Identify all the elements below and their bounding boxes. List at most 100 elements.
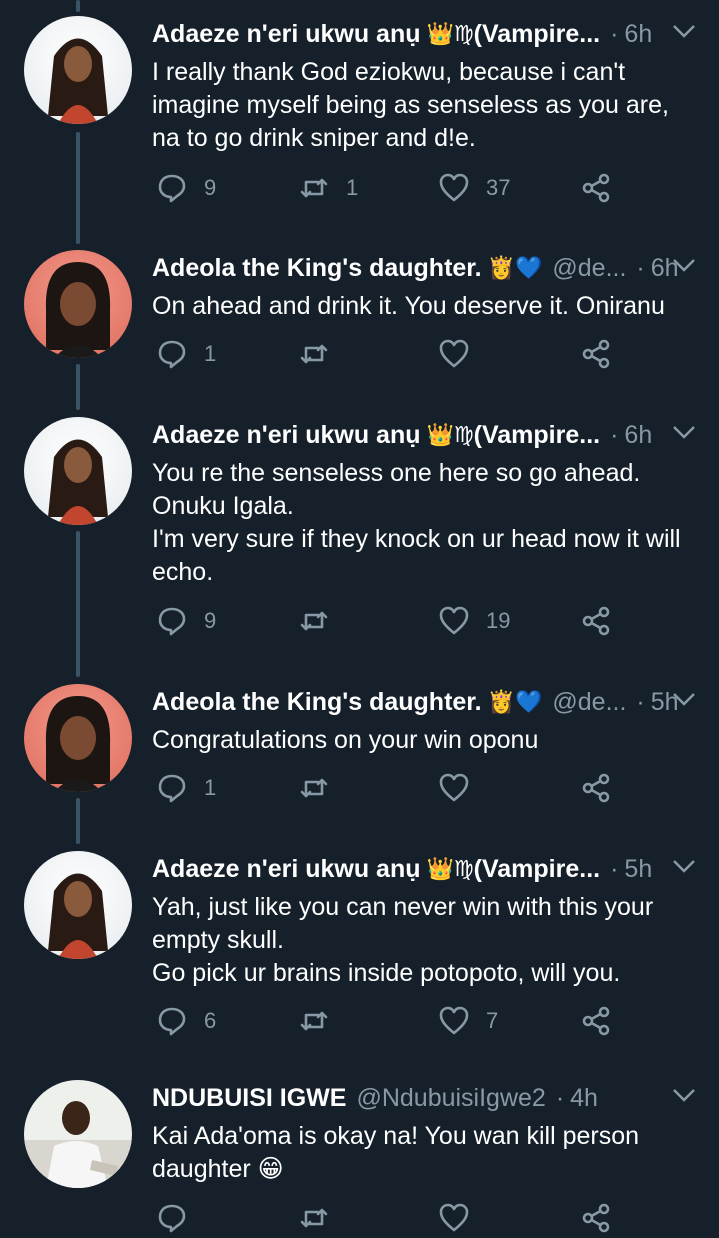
retweet-button[interactable]	[298, 334, 346, 374]
author-name-suffix[interactable]: (Vampire...	[474, 855, 600, 884]
tweet-text: I really thank God eziokwu, because i ca…	[152, 58, 669, 152]
retweet-button[interactable]	[298, 601, 346, 641]
like-button[interactable]	[438, 768, 486, 808]
separator-dot: ·	[610, 854, 619, 883]
tweet[interactable]: Adeola the King's daughter. 👸💙 @de... · …	[0, 684, 719, 814]
reply-icon	[158, 1007, 186, 1036]
reply-button[interactable]: 1	[156, 334, 216, 374]
retweet-button[interactable]	[298, 1001, 346, 1041]
avatar-adeola[interactable]	[24, 250, 132, 358]
reply-button[interactable]	[156, 1198, 188, 1238]
author-name[interactable]: Adaeze n'eri ukwu anụ	[152, 855, 421, 884]
author-badges: 👑♍	[426, 856, 474, 881]
tweet[interactable]: NDUBUISI IGWE @NdubuisiIgwe2 · 4h Kai Ad…	[0, 1080, 719, 1233]
reply-button[interactable]: 9	[156, 168, 216, 208]
chevron-down-icon[interactable]	[671, 256, 697, 276]
tweet-actions: 1	[152, 334, 632, 374]
separator-dot: ·	[636, 253, 645, 282]
thread-line	[76, 0, 80, 12]
tweet[interactable]: Adaeze n'eri ukwu anụ 👑♍ (Vampire... · 6…	[0, 417, 719, 667]
share-icon	[582, 773, 610, 803]
author-handle[interactable]: @de...	[552, 688, 626, 717]
chevron-down-icon[interactable]	[671, 423, 697, 443]
tweet-header: Adaeze n'eri ukwu anụ 👑♍ (Vampire... · 6…	[152, 417, 697, 453]
separator-dot: ·	[610, 420, 619, 449]
tweet[interactable]: Adaeze n'eri ukwu anụ 👑♍ (Vampire... · 6…	[0, 16, 719, 236]
timestamp[interactable]: 6h	[624, 20, 652, 49]
reply-button[interactable]: 9	[156, 601, 216, 641]
share-button[interactable]	[580, 601, 612, 641]
author-badges: 👸💙	[487, 255, 543, 280]
share-button[interactable]	[580, 768, 612, 808]
tweet-text: You re the senseless one here so go ahea…	[152, 459, 681, 586]
reply-count: 9	[204, 608, 217, 633]
reply-icon	[158, 1204, 186, 1233]
like-button[interactable]	[438, 334, 486, 374]
like-button[interactable]: 19	[438, 601, 510, 641]
retweet-icon	[300, 178, 328, 198]
like-icon	[439, 1006, 469, 1035]
avatar-ndubuisi[interactable]	[24, 1080, 132, 1188]
like-button[interactable]: 37	[438, 168, 510, 208]
chevron-down-icon[interactable]	[671, 857, 697, 877]
reply-icon	[158, 174, 186, 203]
chevron-down-icon[interactable]	[671, 690, 697, 710]
retweet-icon	[300, 1208, 328, 1228]
author-badges: 👸💙	[487, 689, 543, 714]
reply-icon	[158, 340, 186, 369]
tweet[interactable]: Adeola the King's daughter. 👸💙 @de... · …	[0, 250, 719, 410]
like-icon	[439, 173, 469, 202]
chevron-down-icon[interactable]	[671, 22, 697, 42]
like-button[interactable]: 7	[438, 1001, 498, 1041]
reply-button[interactable]: 6	[156, 1001, 216, 1041]
separator-dot: ·	[555, 1083, 565, 1112]
share-icon	[582, 606, 610, 636]
avatar-adaeze[interactable]	[24, 16, 132, 124]
tweet-actions: 6 7	[152, 1001, 632, 1041]
share-icon	[582, 1006, 610, 1036]
retweet-button[interactable]	[298, 1198, 330, 1238]
share-icon	[582, 1203, 610, 1233]
tweet-text: On ahead and drink it. You deserve it. O…	[152, 292, 665, 320]
reply-icon	[158, 774, 186, 803]
author-name[interactable]: Adaeze n'eri ukwu anụ	[152, 20, 421, 49]
timestamp[interactable]: 6h	[624, 421, 652, 450]
share-button[interactable]	[580, 334, 612, 374]
reply-count: 9	[204, 175, 217, 200]
retweet-button[interactable]	[298, 768, 346, 808]
reply-count: 6	[204, 1008, 217, 1033]
author-name[interactable]: NDUBUISI IGWE	[152, 1084, 346, 1113]
reply-button[interactable]: 1	[156, 768, 216, 808]
like-count: 7	[486, 1008, 499, 1033]
retweet-button[interactable]: 1	[298, 168, 358, 208]
author-name-suffix[interactable]: (Vampire...	[474, 20, 600, 49]
tweet-header: Adaeze n'eri ukwu anụ 👑♍ (Vampire... · 6…	[152, 16, 697, 52]
avatar-adaeze[interactable]	[24, 417, 132, 525]
tweet-actions	[152, 1198, 632, 1238]
reply-count: 1	[204, 341, 217, 366]
tweet-header: Adeola the King's daughter. 👸💙 @de... · …	[152, 684, 697, 720]
share-button[interactable]	[580, 168, 612, 208]
chevron-down-icon[interactable]	[671, 1086, 697, 1106]
tweet-text: Congratulations on your win oponu	[152, 726, 539, 754]
avatar-adaeze[interactable]	[24, 851, 132, 959]
avatar-adeola[interactable]	[24, 684, 132, 792]
author-badges: 👑♍	[426, 21, 474, 46]
like-button[interactable]	[438, 1198, 470, 1238]
retweet-icon	[300, 778, 328, 798]
author-name[interactable]: Adaeze n'eri ukwu anụ	[152, 421, 421, 450]
share-button[interactable]	[580, 1001, 612, 1041]
author-name[interactable]: Adeola the King's daughter.	[152, 688, 482, 717]
author-handle[interactable]: @de...	[552, 254, 626, 283]
author-name-suffix[interactable]: (Vampire...	[474, 421, 600, 450]
share-icon	[582, 173, 610, 203]
tweet[interactable]: Adaeze n'eri ukwu anụ 👑♍ (Vampire... · 5…	[0, 851, 719, 1061]
timestamp[interactable]: 5h	[624, 855, 652, 884]
tweet-header: Adaeze n'eri ukwu anụ 👑♍ (Vampire... · 5…	[152, 851, 697, 887]
tweet-header: Adeola the King's daughter. 👸💙 @de... · …	[152, 250, 697, 286]
timestamp[interactable]: 4h	[570, 1084, 598, 1113]
share-button[interactable]	[580, 1198, 612, 1238]
author-name[interactable]: Adeola the King's daughter.	[152, 254, 482, 283]
share-icon	[582, 339, 610, 369]
author-handle[interactable]: @NdubuisiIgwe2	[356, 1084, 545, 1113]
